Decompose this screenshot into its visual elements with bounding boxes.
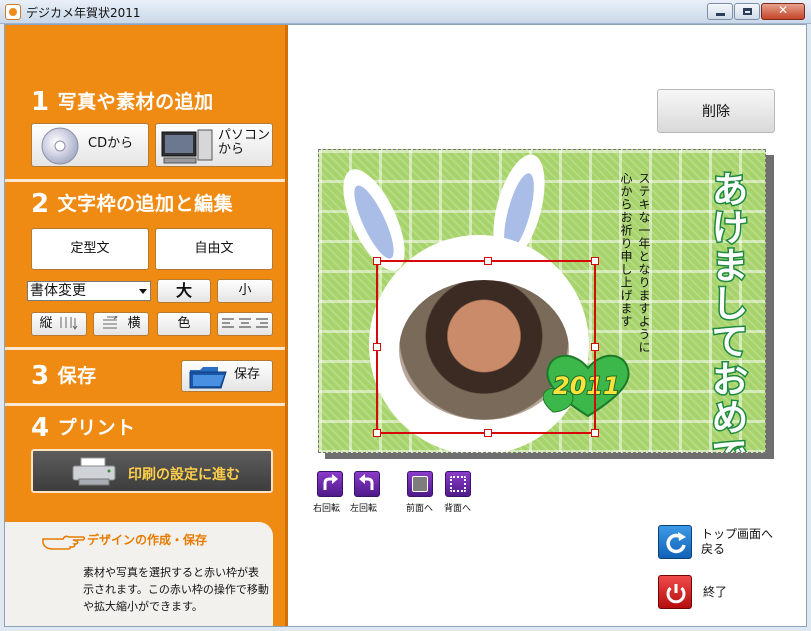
add-from-pc-label: パソコン から: [218, 128, 271, 158]
selection-frame[interactable]: [373, 257, 599, 437]
greeting-sub-text[interactable]: ステキな一年となりますように 心からお祈り申し上げます: [617, 172, 653, 412]
app-icon: [5, 4, 21, 20]
title-bar: デジカメ年賀状2011 ✕: [0, 0, 811, 24]
rotate-right-icon: [323, 474, 338, 490]
top-screen-label: トップ画面へ 戻る: [701, 527, 773, 557]
hint-body: 素材や写真を選択すると赤い枠が表示されます。この赤い枠の操作で移動や拡大縮小がで…: [83, 566, 269, 613]
maximize-icon: [743, 8, 752, 15]
vertical-text-label: 縦: [39, 315, 53, 331]
chevron-down-icon: [139, 289, 147, 294]
greeting-sub-line2: 心からお祈り申し上げます: [619, 172, 633, 328]
exit-label: 終了: [703, 585, 728, 599]
section-label: 文字枠の追加と編集: [57, 193, 234, 215]
power-icon: [666, 584, 686, 604]
add-from-cd-button[interactable]: CDから: [31, 123, 149, 167]
send-back-button[interactable]: [445, 471, 471, 497]
horizontal-lines-icon: [103, 316, 119, 329]
send-back-label: 背面へ: [444, 504, 472, 514]
refresh-icon: [666, 532, 686, 554]
pointing-hand-icon: [42, 535, 86, 550]
text-align-button[interactable]: [217, 312, 273, 336]
print-settings-button[interactable]: 印刷の設定に進む: [31, 449, 273, 493]
bring-front-icon: [412, 476, 428, 492]
computer-icon: [161, 129, 213, 164]
horizontal-text-button[interactable]: 横: [93, 312, 149, 336]
sidebar: 1 写真や素材の追加 CDから パソコン から 2 文字枠の追加と編集 定型文 …: [5, 25, 285, 626]
rotate-left-icon: [359, 474, 374, 490]
template-text-button[interactable]: 定型文: [31, 228, 149, 270]
section-4-title: 4 プリント: [31, 413, 136, 443]
printer-icon: [72, 457, 116, 486]
rotate-right-label: 右回転: [313, 504, 341, 514]
resize-handle[interactable]: [591, 343, 599, 351]
resize-handle[interactable]: [591, 429, 599, 437]
text-align-icon: [222, 318, 268, 328]
close-icon: ✕: [777, 3, 789, 17]
cd-icon: [41, 127, 79, 165]
greeting-main-text[interactable]: あけましておめでとう！: [675, 169, 750, 453]
bring-front-label: 前面へ: [406, 504, 434, 514]
size-large-button[interactable]: 大: [157, 279, 211, 303]
add-from-pc-button[interactable]: パソコン から: [155, 123, 273, 167]
section-number: 1: [31, 87, 50, 117]
text-color-button[interactable]: 色: [157, 312, 211, 336]
greeting-card-canvas[interactable]: 2011 あけましておめでとう！ ステキな一年となりますように 心からお祈り申し…: [318, 149, 766, 453]
top-screen-label-line1: トップ画面へ: [701, 527, 774, 541]
resize-handle[interactable]: [373, 257, 381, 265]
section-number: 4: [31, 413, 50, 443]
window-title: デジカメ年賀状2011: [26, 6, 141, 20]
app-client-area: 1 写真や素材の追加 CDから パソコン から 2 文字枠の追加と編集 定型文 …: [4, 24, 807, 627]
add-from-cd-label: CDから: [88, 136, 134, 151]
resize-handle[interactable]: [373, 429, 381, 437]
rotate-right-button[interactable]: [317, 471, 343, 497]
section-divider: [5, 347, 285, 350]
section-label: プリント: [57, 417, 136, 439]
hint-panel: デザインの作成・保存 素材や写真を選択すると赤い枠が表示されます。この赤い枠の操…: [5, 522, 273, 626]
rotate-left-button[interactable]: [354, 471, 380, 497]
font-select-value: 書体変更: [30, 283, 86, 299]
resize-handle[interactable]: [484, 257, 492, 265]
free-text-button[interactable]: 自由文: [155, 228, 273, 270]
top-screen-button[interactable]: [658, 525, 692, 559]
section-divider: [5, 179, 285, 182]
section-number: 3: [31, 361, 50, 391]
rotate-left-label: 左回転: [350, 504, 378, 514]
section-1-title: 1 写真や素材の追加: [31, 87, 214, 117]
greeting-sub-line1: ステキな一年となりますように: [637, 172, 651, 354]
sidebar-edge: [285, 25, 288, 626]
print-settings-label: 印刷の設定に進む: [128, 467, 240, 483]
minimize-button[interactable]: [707, 3, 733, 20]
section-divider: [5, 403, 285, 406]
top-screen-label-line2: 戻る: [701, 542, 726, 556]
save-button[interactable]: 保存: [181, 360, 273, 392]
close-button[interactable]: ✕: [761, 3, 805, 20]
size-small-button[interactable]: 小: [217, 279, 273, 303]
resize-handle[interactable]: [484, 429, 492, 437]
add-from-pc-label-line2: から: [218, 142, 245, 158]
bring-front-button[interactable]: [407, 471, 433, 497]
folder-icon: [189, 367, 227, 389]
horizontal-text-label: 横: [127, 315, 141, 331]
exit-button[interactable]: [658, 575, 692, 609]
send-back-icon: [450, 476, 466, 492]
resize-handle[interactable]: [373, 343, 381, 351]
section-2-title: 2 文字枠の追加と編集: [31, 189, 233, 219]
font-select[interactable]: 書体変更: [27, 281, 151, 301]
vertical-text-button[interactable]: 縦: [31, 312, 87, 336]
delete-button[interactable]: 削除: [657, 89, 775, 133]
maximize-button[interactable]: [734, 3, 760, 20]
save-label: 保存: [234, 367, 261, 382]
add-from-pc-label-line1: パソコン: [218, 128, 271, 143]
window-controls: ✕: [707, 3, 805, 20]
resize-handle[interactable]: [591, 257, 599, 265]
hint-title: デザインの作成・保存: [87, 533, 208, 547]
vertical-lines-icon: [60, 317, 77, 330]
section-3-title: 3 保存: [31, 361, 97, 391]
section-number: 2: [31, 189, 50, 219]
minimize-icon: [716, 13, 725, 16]
section-label: 保存: [57, 365, 97, 387]
section-label: 写真や素材の追加: [57, 91, 214, 113]
